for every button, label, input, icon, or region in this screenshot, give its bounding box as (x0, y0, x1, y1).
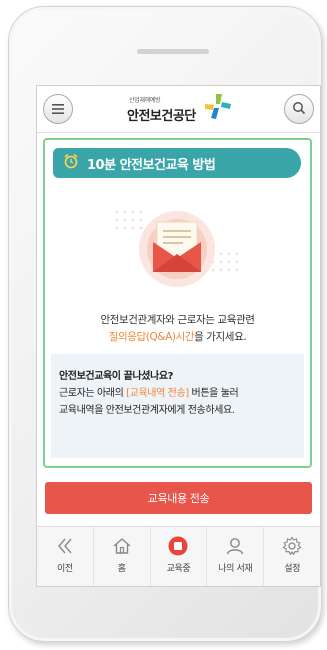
notice-line-2: 근로자는 아래의 [교육내역 전송] 버튼을 눌러 (59, 388, 239, 399)
bottom-nav: 이전 홈 교육중 나의 서재 설정 (37, 526, 320, 586)
home-icon (111, 535, 133, 557)
app-header: 산업재해예방 안전보건공단 (37, 86, 320, 133)
app-screen: 산업재해예방 안전보건공단 10분 안전보건교육 방법 안전보건관계자와 근로자… (36, 85, 321, 587)
logo-cross-icon (203, 92, 233, 126)
nav-item-in-progress[interactable]: 교육중 (151, 527, 208, 586)
nav-label-back: 이전 (57, 564, 73, 574)
nav-item-settings[interactable]: 설정 (264, 527, 320, 586)
person-icon (224, 535, 246, 557)
logo: 산업재해예방 안전보건공단 (119, 92, 249, 126)
search-button[interactable] (284, 94, 314, 124)
search-icon (292, 100, 306, 119)
phone-frame: 산업재해예방 안전보건공단 10분 안전보건교육 방법 안전보건관계자와 근로자… (8, 6, 322, 642)
nav-item-back[interactable]: 이전 (37, 527, 94, 586)
nav-item-my-library[interactable]: 나의 서재 (207, 527, 265, 586)
notice-box: 안전보건교육이 끝나셨나요? 근로자는 아래의 [교육내역 전송] 버튼을 눌러… (51, 354, 304, 458)
message-line-1: 안전보건관계자와 근로자는 교육관련 (100, 314, 255, 326)
logo-title: 안전보건공단 (127, 109, 196, 124)
gear-icon (281, 535, 303, 557)
title-bar: 10분 안전보건교육 방법 (53, 148, 301, 178)
page-title: 10분 안전보건교육 방법 (87, 157, 216, 173)
notice-highlight: [교육내역 전송] (126, 388, 189, 399)
alarm-clock-icon (63, 153, 79, 173)
menu-button[interactable] (43, 94, 73, 124)
notice-line-1: 안전보건교육이 끝나셨나요? (59, 371, 174, 382)
nav-label-my-library: 나의 서재 (218, 564, 253, 574)
nav-item-home[interactable]: 홈 (94, 527, 151, 586)
nav-label-home: 홈 (117, 564, 126, 574)
education-content-panel: 10분 안전보건교육 방법 안전보건관계자와 근로자는 교육관련 질의응답(Q&… (43, 138, 312, 468)
stop-icon (167, 535, 189, 557)
chevron-double-left-icon (54, 535, 76, 557)
send-education-button[interactable]: 교육내용 전송 (45, 482, 312, 514)
notice-line-3: 교육내역을 안전보건관계자에게 전송하세요. (59, 405, 235, 416)
nav-label-in-progress: 교육중 (166, 564, 191, 574)
nav-label-settings: 설정 (284, 564, 300, 574)
hamburger-icon (51, 100, 65, 119)
qa-highlight: 질의응답(Q&A)시간 (108, 331, 195, 343)
logo-subtitle: 산업재해예방 (129, 97, 161, 104)
message-line-2: 질의응답(Q&A)시간을 가지세요. (45, 329, 310, 344)
envelope-illustration (97, 194, 257, 304)
message-line-2-rest: 을 가지세요. (194, 331, 247, 343)
phone-speaker (137, 49, 209, 54)
